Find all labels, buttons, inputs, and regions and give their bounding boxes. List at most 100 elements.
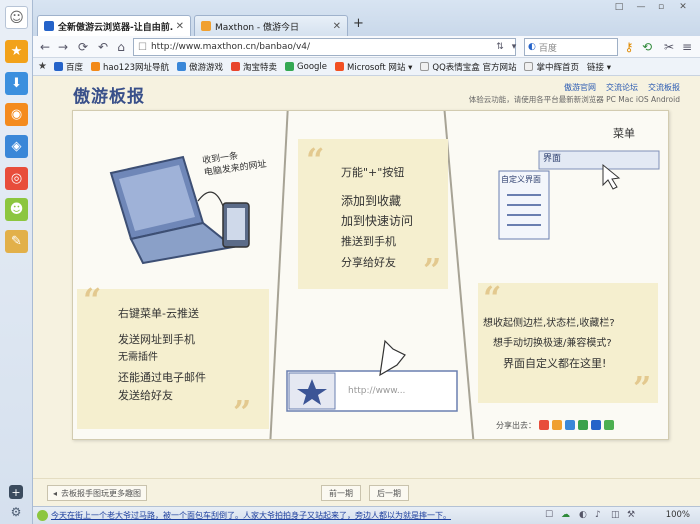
forward-icon[interactable]: → [55,39,71,55]
bookmark-baidu[interactable]: 百度 [53,61,83,73]
tab-bar: 全新傲游云浏览器-让自由前... ✕ Maxthon - 傲游今日 ✕ + □ … [33,0,700,36]
page-favicon-icon [44,21,54,31]
favorites-star-icon[interactable]: ★ [5,40,28,63]
bookmark-microsoft[interactable]: Microsoft 网站 ▾ [335,61,412,73]
bookmark-maxthon-games[interactable]: 傲游游戏 [177,61,223,73]
menu-icon[interactable]: ≡ [679,39,695,55]
col1-line: 发送网址到手机 [118,333,195,346]
top-links: 傲游官网 交流论坛 交流板报 [564,82,680,93]
col1-line: 无需插件 [118,352,158,363]
bookmark-taobao[interactable]: 淘宝特卖 [231,61,277,73]
open-quote-icon: “ [83,281,102,319]
link-official-site[interactable]: 傲游官网 [564,82,596,93]
gear-icon[interactable]: ⚙ [9,505,23,519]
microsoft-icon [335,62,345,71]
page-status-icon[interactable]: ☐ [545,510,553,520]
navigation-bar: ← → ⟳ ↶ ⌂ ☐ http://www.maxthon.cn/banbao… [33,36,700,58]
hao123-icon [90,62,100,71]
ui-label: 界面 [543,154,562,164]
rss-icon[interactable]: ◉ [5,103,28,126]
share-label: 分享出去： [496,421,536,430]
notepad-icon[interactable]: ✎ [5,230,28,253]
douban-share-icon[interactable] [604,420,614,430]
col2-line: 分享给好友 [341,256,396,269]
col1-heading: 右键菜单-云推送 [118,307,199,320]
tools-icon[interactable]: ⚒ [627,510,635,520]
address-bar[interactable]: ☐ http://www.maxthon.cn/banbao/v4/ [133,38,516,56]
clover-share-icon[interactable] [578,420,588,430]
custom-ui-illustration [498,150,660,240]
link-bulletin[interactable]: 交流板报 [648,82,680,93]
close-tab-icon[interactable]: ✕ [333,21,341,32]
url-hint: http://www... [348,386,406,396]
tab-title: 全新傲游云浏览器-让自由前... [58,22,173,33]
col1-line: 发送给好友 [118,389,173,402]
more-comics-button[interactable]: ◂ 去板报手图玩更多趣图 [47,485,147,501]
close-quote-icon: ” [233,393,252,431]
left-sidebar: ☺ ★ ⬇ ◉ ◈ ◎ ☻ ✎ + ⚙ [0,0,33,524]
news-ticker[interactable]: 今天在街上一个老大爷过马路，被一个面包车刮倒了。人家大爷拍拍身子又站起来了，旁边… [51,510,471,521]
nightmode-icon[interactable]: ◐ [579,510,587,520]
comic-panel: 收到一条 电脑发来的网址 “ 右键菜单-云推送 发送网址到手机 无需插件 还能通… [72,110,669,440]
bookmark-google[interactable]: Google [285,62,327,72]
qzone-share-icon[interactable] [552,420,562,430]
next-issue-button[interactable]: 后一期 [369,485,409,501]
close-window-icon[interactable]: ✕ [675,2,691,14]
link-forum[interactable]: 交流论坛 [606,82,638,93]
close-quote-icon: ” [423,251,442,289]
url-text: http://www.maxthon.cn/banbao/v4/ [150,42,311,52]
taobao-icon [231,62,241,71]
download-icon[interactable]: ⬇ [5,72,28,95]
tencent-share-icon[interactable] [565,420,575,430]
minimize-icon[interactable]: — [633,2,649,14]
custom-ui-label: 自定义界面 [501,175,541,184]
maximize-icon[interactable]: ▫ [653,2,669,14]
address-dropdown-icon[interactable]: ▾ [506,39,522,55]
gamepad-icon[interactable]: ◈ [5,135,28,158]
page-icon [420,62,430,71]
col2-line: 添加到收藏 [341,194,402,208]
baidu-icon [53,62,63,71]
prev-issue-button[interactable]: 前一期 [321,485,361,501]
tab-maxthon-today[interactable]: Maxthon - 傲游今日 ✕ [194,15,348,36]
back-icon[interactable]: ← [37,39,53,55]
bookmark-zhangzhonghui[interactable]: 掌中辉首页 [524,61,579,73]
share-icons [539,420,614,430]
bookmark-hao123[interactable]: hao123网址导航 [90,61,169,73]
emoji-icon[interactable]: ☻ [5,198,28,221]
search-engine-icon[interactable]: ◐ [528,42,536,52]
split-icon[interactable]: ◫ [611,510,620,520]
zoom-level[interactable]: 100% [666,510,690,520]
tab-maxthon-cloud[interactable]: 全新傲游云浏览器-让自由前... ✕ [37,15,191,36]
weibo-icon[interactable]: ◎ [5,167,28,190]
page-title: 傲游板报 [73,87,145,107]
close-tab-icon[interactable]: ✕ [176,21,184,32]
page-content: 傲游板报 傲游官网 交流论坛 交流板报 体验云功能，请使用各平台最新新浏览器 P… [33,76,700,478]
col3-line: 界面自定义都在这里! [503,357,607,370]
maxthon-logo-icon[interactable]: ☺ [5,6,28,29]
bookmark-qq-emoticons[interactable]: QQ表情宝盒 官方网站 [420,61,516,73]
search-input[interactable]: ◐ 百度 [524,38,618,56]
home-icon[interactable]: ⌂ [113,39,129,55]
bookmarks-bar: ★ 百度 hao123网址导航 傲游游戏 淘宝特卖 Google Microso… [33,58,700,76]
tab-title: Maxthon - 傲游今日 [215,22,300,33]
open-quote-icon: “ [306,141,325,179]
pager-bar: ◂ 去板报手图玩更多趣图 前一期 后一期 [33,478,700,506]
refresh-icon[interactable]: ⟳ [75,39,91,55]
col2-line: 加到快速访问 [341,214,414,228]
new-tab-button[interactable]: + [353,16,364,31]
weibo-share-icon[interactable] [539,420,549,430]
tools-icon[interactable]: ✂ [661,39,677,55]
add-sidebar-icon[interactable]: + [9,485,23,499]
renren-share-icon[interactable] [591,420,601,430]
col2-line: 推送到手机 [341,235,396,248]
restore-icon[interactable]: □ [611,2,627,14]
bookmark-links-folder[interactable]: 链接 ▾ [587,61,611,73]
undo-icon[interactable]: ↶ [95,39,111,55]
sync-icon[interactable]: ⟲ [639,39,655,55]
sound-icon[interactable]: ♪ [595,510,601,520]
cloud-icon[interactable]: ☁ [561,510,570,520]
add-bookmark-icon[interactable]: ★ [38,61,47,72]
key-icon[interactable]: ⚷ [621,39,637,55]
maxthon-favicon-icon [201,21,211,31]
